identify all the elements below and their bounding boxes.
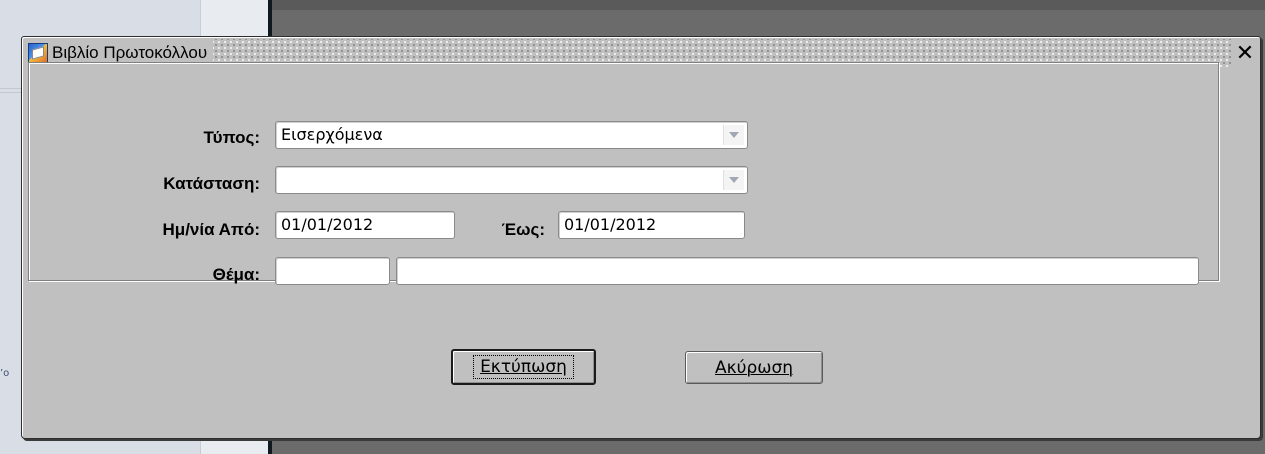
close-icon: ✕ [1235, 40, 1255, 66]
status-label: Κατάσταση: [163, 174, 260, 193]
cancel-button-label: Ακύρωση [714, 357, 794, 378]
type-label: Τύπος: [203, 128, 260, 147]
background-glyph: ’o [0, 368, 10, 379]
subject-text-input[interactable] [396, 257, 1199, 285]
chevron-down-icon[interactable] [723, 125, 744, 145]
cancel-button[interactable]: Ακύρωση [685, 351, 823, 384]
status-select[interactable] [275, 166, 748, 194]
print-button-label: Εκτύπωση [473, 355, 574, 379]
type-select-value: Εισερχόμενα [281, 125, 383, 144]
print-button[interactable]: Εκτύπωση [451, 349, 596, 385]
date-to-label: Έως: [501, 220, 545, 239]
chevron-down-icon[interactable] [723, 170, 744, 190]
date-to-input[interactable]: 01/01/2012 [558, 211, 745, 239]
date-from-input[interactable]: 01/01/2012 [275, 211, 455, 239]
type-select[interactable]: Εισερχόμενα [275, 121, 748, 149]
subject-label: Θέμα: [212, 265, 260, 284]
close-button[interactable]: ✕ [1232, 39, 1258, 67]
subject-code-input[interactable] [275, 257, 390, 285]
date-from-value: 01/01/2012 [281, 215, 374, 234]
app-icon [28, 43, 48, 63]
background-top-band [272, 0, 1265, 10]
date-to-value: 01/01/2012 [564, 215, 657, 234]
dialog-title: Βιβλίο Πρωτοκόλλου [52, 43, 208, 62]
date-from-label: Ημ/νία Από: [162, 220, 260, 239]
